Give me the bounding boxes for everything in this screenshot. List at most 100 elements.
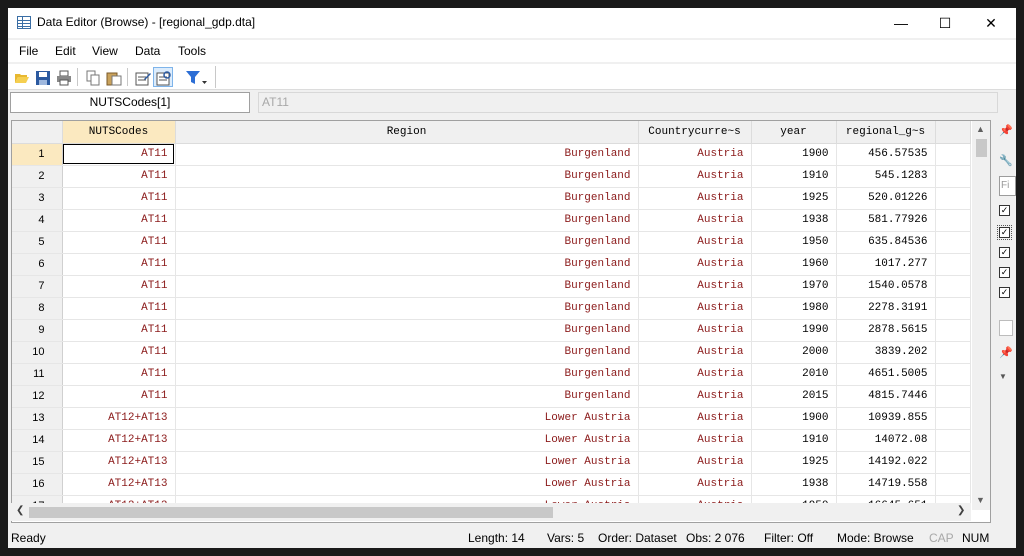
cell-country[interactable]: Austria bbox=[638, 341, 752, 364]
copy-icon[interactable] bbox=[82, 67, 102, 87]
scroll-left-icon[interactable]: ❮ bbox=[16, 505, 24, 516]
cell-nutscodes[interactable]: AT11 bbox=[62, 363, 176, 386]
cell-region[interactable]: Lower Austria bbox=[175, 473, 639, 496]
cell-region[interactable]: Burgenland bbox=[175, 143, 639, 166]
cell-regional-gdp[interactable]: 520.01226 bbox=[836, 187, 936, 210]
cell-nutscodes[interactable]: AT11 bbox=[62, 385, 176, 408]
cell-regional-gdp[interactable]: 10939.855 bbox=[836, 407, 936, 430]
pin-icon[interactable]: 📌 bbox=[999, 124, 1013, 137]
save-icon[interactable] bbox=[32, 67, 52, 87]
cell-region[interactable]: Lower Austria bbox=[175, 407, 639, 430]
cell-country[interactable]: Austria bbox=[638, 143, 752, 166]
row-number[interactable]: 11 bbox=[12, 363, 63, 386]
paste-icon[interactable] bbox=[103, 67, 123, 87]
cell-region[interactable]: Burgenland bbox=[175, 297, 639, 320]
cell-regional-gdp[interactable]: 581.77926 bbox=[836, 209, 936, 232]
browse-mode-icon[interactable] bbox=[153, 67, 173, 87]
corner-cell[interactable] bbox=[12, 121, 63, 144]
row-number[interactable]: 3 bbox=[12, 187, 63, 210]
cell-nutscodes[interactable]: AT11 bbox=[62, 275, 176, 298]
vertical-scrollbar[interactable]: ▲ ▼ bbox=[972, 121, 990, 510]
cell-region[interactable]: Burgenland bbox=[175, 187, 639, 210]
row-number[interactable]: 14 bbox=[12, 429, 63, 452]
cell-nutscodes[interactable]: AT12+AT13 bbox=[62, 407, 176, 430]
menu-edit[interactable]: Edit bbox=[55, 44, 76, 58]
open-icon[interactable] bbox=[11, 67, 31, 87]
edit-mode-icon[interactable] bbox=[132, 67, 152, 87]
cell-nutscodes[interactable]: AT11 bbox=[62, 231, 176, 254]
scroll-down-icon[interactable]: ▼ bbox=[976, 495, 985, 505]
cell-nutscodes[interactable]: AT11 bbox=[62, 253, 176, 276]
cell-nutscodes[interactable]: AT11 bbox=[62, 319, 176, 342]
cell-country[interactable]: Austria bbox=[638, 209, 752, 232]
cell-regional-gdp[interactable]: 2878.5615 bbox=[836, 319, 936, 342]
row-number[interactable]: 5 bbox=[12, 231, 63, 254]
cell-year[interactable]: 1990 bbox=[751, 319, 837, 342]
cell-country[interactable]: Austria bbox=[638, 297, 752, 320]
cell-region[interactable]: Lower Austria bbox=[175, 451, 639, 474]
column-header-regional-gdp[interactable]: regional_g~s bbox=[836, 121, 936, 144]
cell-region[interactable]: Burgenland bbox=[175, 253, 639, 276]
panel-splitter[interactable] bbox=[999, 320, 1013, 336]
cell-regional-gdp[interactable]: 2278.3191 bbox=[836, 297, 936, 320]
pin-icon[interactable]: 📌 bbox=[999, 346, 1013, 359]
menu-file[interactable]: File bbox=[19, 44, 38, 58]
cell-country[interactable]: Austria bbox=[638, 253, 752, 276]
cell-regional-gdp[interactable]: 456.57535 bbox=[836, 143, 936, 166]
cell-nutscodes[interactable]: AT11 bbox=[62, 165, 176, 188]
cell-country[interactable]: Austria bbox=[638, 363, 752, 386]
column-header-country[interactable]: Countrycurre~s bbox=[638, 121, 752, 144]
cell-year[interactable]: 1950 bbox=[751, 231, 837, 254]
current-variable-box[interactable]: NUTSCodes[1] bbox=[10, 92, 250, 113]
close-button[interactable]: ✕ bbox=[968, 8, 1014, 38]
print-icon[interactable] bbox=[53, 67, 73, 87]
cell-regional-gdp[interactable]: 14072.08 bbox=[836, 429, 936, 452]
cell-region[interactable]: Burgenland bbox=[175, 341, 639, 364]
cell-country[interactable]: Austria bbox=[638, 451, 752, 474]
row-number[interactable]: 16 bbox=[12, 473, 63, 496]
cell-year[interactable]: 1910 bbox=[751, 429, 837, 452]
column-header-region[interactable]: Region bbox=[175, 121, 639, 144]
variable-checkbox[interactable]: ✓ bbox=[999, 267, 1010, 278]
row-number[interactable]: 15 bbox=[12, 451, 63, 474]
cell-country[interactable]: Austria bbox=[638, 187, 752, 210]
cell-country[interactable]: Austria bbox=[638, 385, 752, 408]
cell-nutscodes[interactable]: AT11 bbox=[62, 341, 176, 364]
cell-country[interactable]: Austria bbox=[638, 407, 752, 430]
filter-variables-input[interactable]: Fi bbox=[999, 176, 1016, 196]
cell-regional-gdp[interactable]: 545.1283 bbox=[836, 165, 936, 188]
cell-nutscodes[interactable]: AT11 bbox=[62, 187, 176, 210]
cell-regional-gdp[interactable]: 1540.0578 bbox=[836, 275, 936, 298]
cell-regional-gdp[interactable]: 14719.558 bbox=[836, 473, 936, 496]
cell-region[interactable]: Burgenland bbox=[175, 209, 639, 232]
cell-country[interactable]: Austria bbox=[638, 231, 752, 254]
cell-region[interactable]: Burgenland bbox=[175, 385, 639, 408]
cell-value-box[interactable]: AT11 bbox=[258, 92, 998, 113]
cell-country[interactable]: Austria bbox=[638, 165, 752, 188]
cell-region[interactable]: Lower Austria bbox=[175, 429, 639, 452]
variable-checkbox[interactable]: ✓ bbox=[999, 247, 1010, 258]
row-number[interactable]: 10 bbox=[12, 341, 63, 364]
menu-data[interactable]: Data bbox=[135, 44, 160, 58]
cell-region[interactable]: Burgenland bbox=[175, 165, 639, 188]
cell-year[interactable]: 2010 bbox=[751, 363, 837, 386]
cell-regional-gdp[interactable]: 14192.022 bbox=[836, 451, 936, 474]
cell-nutscodes[interactable]: AT11 bbox=[62, 143, 176, 166]
cell-year[interactable]: 1925 bbox=[751, 187, 837, 210]
cell-year[interactable]: 2000 bbox=[751, 341, 837, 364]
cell-nutscodes[interactable]: AT11 bbox=[62, 297, 176, 320]
cell-nutscodes[interactable]: AT12+AT13 bbox=[62, 473, 176, 496]
column-header-nutscodes[interactable]: NUTSCodes bbox=[62, 121, 176, 144]
row-number[interactable]: 4 bbox=[12, 209, 63, 232]
row-number[interactable]: 6 bbox=[12, 253, 63, 276]
cell-country[interactable]: Austria bbox=[638, 319, 752, 342]
filter-icon[interactable] bbox=[182, 67, 207, 87]
row-number[interactable]: 7 bbox=[12, 275, 63, 298]
row-number[interactable]: 8 bbox=[12, 297, 63, 320]
row-number[interactable]: 13 bbox=[12, 407, 63, 430]
row-number[interactable]: 2 bbox=[12, 165, 63, 188]
cell-regional-gdp[interactable]: 1017.277 bbox=[836, 253, 936, 276]
scroll-down-icon[interactable]: ▼ bbox=[999, 372, 1007, 381]
cell-region[interactable]: Burgenland bbox=[175, 363, 639, 386]
cell-regional-gdp[interactable]: 635.84536 bbox=[836, 231, 936, 254]
